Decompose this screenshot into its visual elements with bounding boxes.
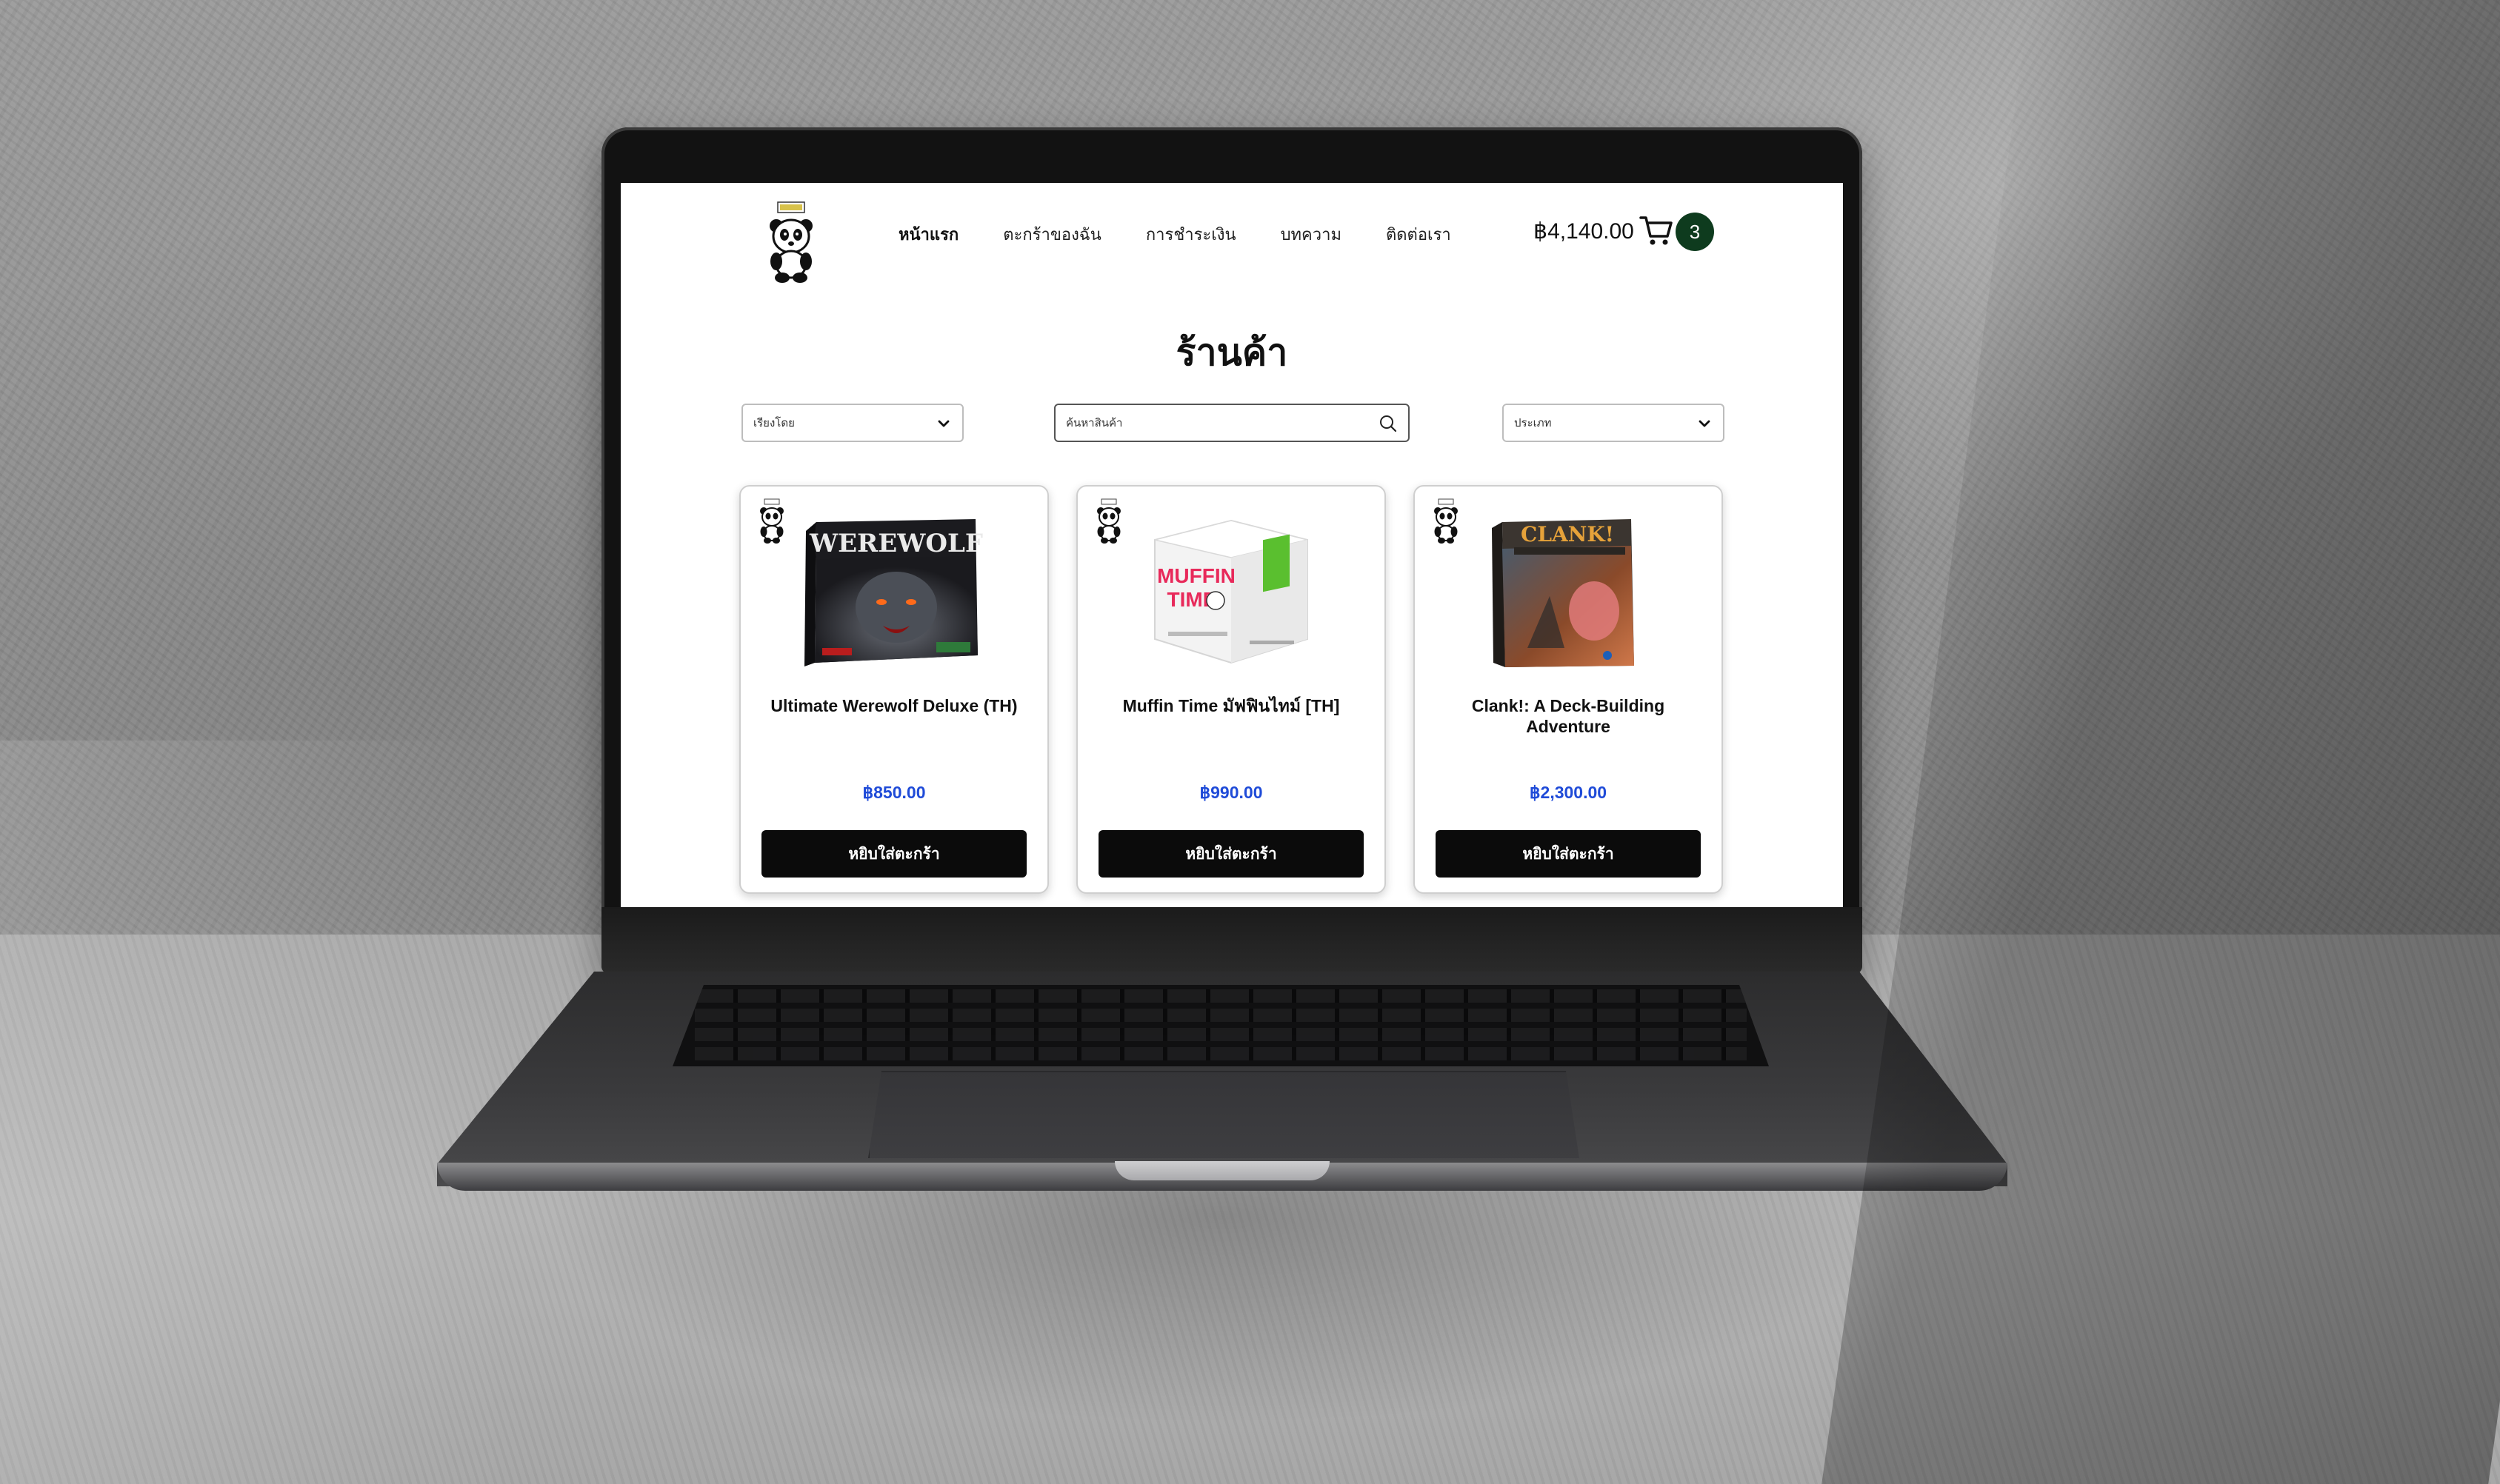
search-input[interactable]: ค้นหาสินค้า [1054,404,1410,442]
nav-item-articles[interactable]: บทความ [1281,221,1341,247]
panda-badge-icon [1097,498,1121,544]
laptop-lid-notch [1115,1161,1330,1180]
category-select-label: ประเภท [1514,416,1552,430]
product-title[interactable]: Muffin Time มัฟฟินไทม์ [TH] [1093,695,1370,716]
panda-badge-icon [760,498,784,544]
svg-text:MUFFIN: MUFFIN [1157,564,1236,587]
cart-count-badge[interactable]: 3 [1676,213,1714,251]
add-to-cart-button[interactable]: หยิบใส่ตะกร้า [761,830,1027,878]
nav-item-my-cart[interactable]: ตะกร้าของฉัน [1003,221,1101,247]
svg-text:CLANK!: CLANK! [1521,522,1614,547]
laptop-keyboard [673,985,1769,1066]
product-image-werewolf[interactable]: WEREWOLF [801,515,987,670]
browser-viewport: หน้าแรก ตะกร้าของฉัน การชำระเงิน บทความ … [621,183,1843,907]
product-card[interactable]: CLANK! Clank!: A Deck-Building Adventure… [1413,485,1723,894]
panda-logo-icon[interactable] [763,201,819,284]
search-placeholder: ค้นหาสินค้า [1066,416,1123,430]
light-overlay [0,741,519,1484]
product-price: ฿850.00 [862,783,926,802]
product-title[interactable]: Clank!: A Deck-Building Adventure [1430,695,1707,737]
laptop-trackpad [868,1071,1579,1158]
add-to-cart-button[interactable]: หยิบใส่ตะกร้า [1099,830,1364,878]
panda-badge-icon [1434,498,1458,544]
product-card[interactable]: WEREWOLF Ultimate Werewolf Deluxe (TH) ฿… [739,485,1049,894]
laptop-screen-chin [601,907,1862,974]
chevron-down-icon [1699,420,1710,427]
shopping-cart-icon[interactable] [1639,214,1673,247]
add-to-cart-button[interactable]: หยิบใส่ตะกร้า [1436,830,1701,878]
search-icon[interactable] [1379,414,1398,433]
chevron-down-icon [938,420,950,427]
product-price: ฿2,300.00 [1529,783,1607,802]
cart-total-amount[interactable]: ฿4,140.00 [1533,218,1634,244]
product-image-clank[interactable]: CLANK! [1476,515,1661,670]
sort-select-label: เรียงโดย [753,416,795,430]
product-price: ฿990.00 [1199,783,1263,802]
nav-item-home[interactable]: หน้าแรก [899,221,959,247]
nav-item-checkout[interactable]: การชำระเงิน [1146,221,1236,247]
category-select[interactable]: ประเภท [1502,404,1724,442]
main-nav: หน้าแรก ตะกร้าของฉัน การชำระเงิน บทความ … [899,221,1496,247]
product-title[interactable]: Ultimate Werewolf Deluxe (TH) [756,695,1033,716]
nav-item-contact[interactable]: ติดต่อเรา [1386,221,1451,247]
sort-select[interactable]: เรียงโดย [741,404,964,442]
svg-text:WEREWOLF: WEREWOLF [809,529,983,558]
product-image-muffin-time[interactable]: MUFFIN TIME [1139,515,1324,670]
page-title: ร้านค้า [1176,331,1288,374]
product-card[interactable]: MUFFIN TIME Muffin Time มัฟฟินไทม์ [TH] … [1076,485,1386,894]
